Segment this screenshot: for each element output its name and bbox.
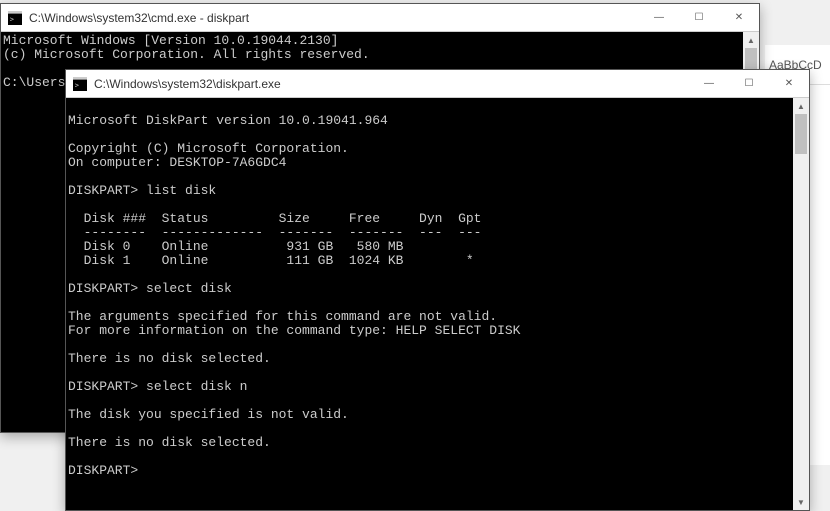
cmd-icon: >	[72, 76, 88, 92]
minimize-button[interactable]: —	[689, 70, 729, 98]
svg-text:>: >	[75, 81, 79, 89]
cmd-titlebar[interactable]: > C:\Windows\system32\cmd.exe - diskpart…	[1, 4, 759, 32]
maximize-button[interactable]: ☐	[729, 70, 769, 98]
diskpart-window: > C:\Windows\system32\diskpart.exe — ☐ ✕…	[65, 69, 810, 511]
cmd-title: C:\Windows\system32\cmd.exe - diskpart	[29, 11, 249, 25]
minimize-button[interactable]: —	[639, 4, 679, 32]
diskpart-terminal[interactable]: Microsoft DiskPart version 10.0.19041.96…	[66, 98, 809, 510]
scroll-track[interactable]	[793, 114, 809, 494]
scroll-down-button[interactable]: ▼	[793, 494, 809, 510]
scroll-up-button[interactable]: ▲	[743, 32, 759, 48]
scroll-up-button[interactable]: ▲	[793, 98, 809, 114]
diskpart-scrollbar[interactable]: ▲ ▼	[793, 98, 809, 510]
close-button[interactable]: ✕	[719, 4, 759, 32]
scroll-thumb[interactable]	[795, 114, 807, 154]
cmd-icon: >	[7, 10, 23, 26]
diskpart-titlebar[interactable]: > C:\Windows\system32\diskpart.exe — ☐ ✕	[66, 70, 809, 98]
word-doc-fragment	[810, 85, 830, 465]
svg-text:>: >	[10, 15, 14, 23]
close-button[interactable]: ✕	[769, 70, 809, 98]
maximize-button[interactable]: ☐	[679, 4, 719, 32]
diskpart-title: C:\Windows\system32\diskpart.exe	[94, 77, 281, 91]
